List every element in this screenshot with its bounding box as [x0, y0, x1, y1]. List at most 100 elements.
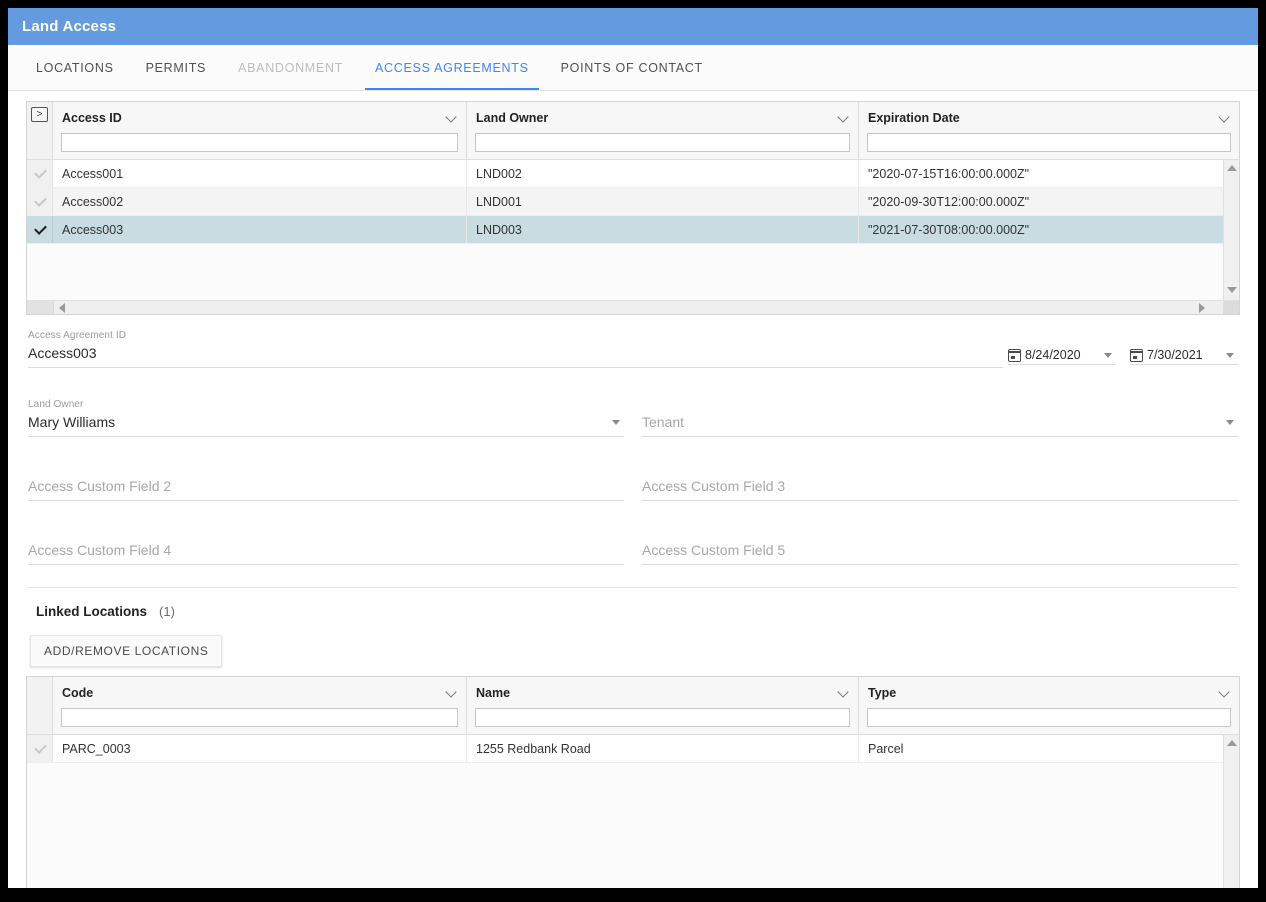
locations-header-check-cell — [27, 677, 53, 734]
cell-code: PARC_0003 — [53, 735, 467, 762]
hscroll-lead — [27, 301, 54, 314]
end-date-picker[interactable]: 7/30/2021 — [1130, 348, 1238, 365]
linked-locations-title: Linked Locations — [36, 604, 148, 619]
page-title: Land Access — [22, 18, 117, 35]
locations-vertical-scrollbar[interactable] — [1223, 735, 1239, 888]
column-title: Type — [868, 685, 897, 700]
calendar-icon — [1130, 348, 1143, 362]
access-custom-field-5-input[interactable]: Access Custom Field 5 — [642, 539, 1238, 565]
scroll-up-arrow-icon[interactable] — [1227, 165, 1237, 173]
chevron-down-icon[interactable] — [1220, 687, 1231, 698]
column-title: Land Owner — [476, 110, 549, 125]
agreements-column-land-owner: Land Owner — [467, 102, 859, 159]
tab-abandonment: ABANDONMENT — [238, 60, 344, 75]
land-owner-select[interactable]: Mary Williams — [28, 411, 624, 437]
check-icon — [34, 196, 46, 208]
tab-permits[interactable]: PERMITS — [130, 45, 222, 90]
linked-locations-actions: ADD/REMOVE LOCATIONS — [8, 619, 1258, 676]
scroll-up-arrow-icon[interactable] — [1227, 740, 1237, 748]
cell-expiration-date: "2021-07-30T08:00:00.000Z" — [868, 222, 1030, 237]
access-custom-field-2-input[interactable]: Access Custom Field 2 — [28, 475, 624, 501]
access-custom-field-3-input[interactable]: Access Custom Field 3 — [642, 475, 1238, 501]
filter-input-code[interactable] — [61, 708, 458, 727]
scrollbar-corner — [1223, 301, 1239, 314]
column-title: Code — [62, 685, 94, 700]
cell-expiration-date: "2020-07-15T16:00:00.000Z" — [868, 166, 1030, 181]
locations-grid-header: Code Name Type — [27, 677, 1239, 735]
field-access-custom-field-5: Access Custom Field 5 — [642, 539, 1238, 565]
tab-locations[interactable]: LOCATIONS — [20, 45, 130, 90]
field-land-owner: Land Owner Mary Williams — [28, 398, 624, 437]
row-select-checkbox[interactable] — [27, 735, 53, 762]
agreement-detail-form: Access Agreement ID Access003 8/24/2020 … — [8, 315, 1258, 565]
locations-grid-body: PARC_0003 1255 Redbank Road Parcel — [27, 735, 1239, 888]
calendar-icon — [1008, 348, 1021, 362]
access-agreement-id-input[interactable]: Access003 — [28, 342, 1003, 368]
agreements-horizontal-scrollbar[interactable] — [27, 300, 1239, 314]
tab-points-of-contact[interactable]: POINTS OF CONTACT — [545, 45, 719, 90]
add-remove-locations-button[interactable]: ADD/REMOVE LOCATIONS — [30, 635, 223, 667]
agreements-column-expiration-date: Expiration Date — [859, 102, 1239, 159]
table-row[interactable]: Access002 LND001 "2020-09-30T12:00:00.00… — [27, 188, 1239, 216]
access-custom-field-4-input[interactable]: Access Custom Field 4 — [28, 539, 624, 565]
cell-land-owner: LND002 — [467, 160, 859, 187]
locations-column-code: Code — [53, 677, 467, 734]
scroll-left-arrow-icon[interactable] — [59, 302, 65, 313]
linked-locations-count: (1) — [159, 604, 175, 619]
table-row[interactable]: Access001 LND002 "2020-07-15T16:00:00.00… — [27, 160, 1239, 188]
tenant-select[interactable]: Tenant — [642, 411, 1238, 437]
tab-access-agreements[interactable]: ACCESS AGREEMENTS — [359, 45, 545, 90]
access-agreements-grid: > Access ID Land Owner Expiration Date A… — [26, 101, 1240, 315]
row-select-checkbox[interactable] — [27, 188, 53, 215]
column-title: Name — [476, 685, 511, 700]
cell-expiration-date: "2020-09-30T12:00:00.000Z" — [868, 194, 1030, 209]
table-row[interactable]: PARC_0003 1255 Redbank Road Parcel — [27, 735, 1239, 763]
window-titlebar: Land Access — [8, 8, 1258, 45]
agreements-expand-cell: > — [27, 102, 53, 159]
agreements-grid-body: Access001 LND002 "2020-07-15T16:00:00.00… — [27, 160, 1239, 300]
cell-access-id: Access003 — [53, 216, 467, 243]
field-tenant: Tenant — [642, 398, 1238, 437]
chevron-down-icon[interactable] — [1226, 352, 1234, 358]
field-label: Land Owner — [28, 399, 84, 410]
start-date-value: 8/24/2020 — [1025, 348, 1081, 362]
column-title: Access ID — [62, 110, 122, 125]
application-window: Land Access LOCATIONS PERMITS ABANDONMEN… — [8, 8, 1258, 888]
cell-land-owner: LND003 — [467, 216, 859, 243]
cell-name: 1255 Redbank Road — [467, 735, 859, 762]
form-row-id-dates: Access Agreement ID Access003 8/24/2020 … — [28, 329, 1238, 368]
cell-land-owner: LND001 — [467, 188, 859, 215]
field-access-custom-field-2: Access Custom Field 2 — [28, 475, 624, 501]
cell-type: Parcel — [868, 741, 904, 756]
agreements-grid-header: > Access ID Land Owner Expiration Date — [27, 102, 1239, 160]
scroll-right-arrow-icon[interactable] — [1199, 302, 1205, 313]
scroll-down-arrow-icon[interactable] — [1227, 287, 1237, 295]
filter-input-expiration-date[interactable] — [867, 133, 1231, 152]
chevron-down-icon[interactable] — [612, 419, 620, 425]
linked-locations-header: Linked Locations (1) — [8, 588, 1258, 619]
chevron-down-icon[interactable] — [1226, 419, 1234, 425]
form-row-custom-2-3: Access Custom Field 2 Access Custom Fiel… — [28, 475, 1238, 501]
row-select-checkbox[interactable] — [27, 216, 53, 243]
tenant-placeholder: Tenant — [642, 414, 685, 430]
land-owner-value: Mary Williams — [28, 414, 116, 430]
filter-input-type[interactable] — [867, 708, 1231, 727]
table-row[interactable]: Access003 LND003 "2021-07-30T08:00:00.00… — [27, 216, 1239, 244]
check-icon — [34, 224, 46, 236]
agreements-column-access-id: Access ID — [53, 102, 467, 159]
column-title: Expiration Date — [868, 110, 960, 125]
filter-input-access-id[interactable] — [61, 133, 458, 152]
chevron-down-icon[interactable] — [1220, 112, 1231, 123]
start-date-picker[interactable]: 8/24/2020 — [1008, 348, 1116, 365]
chevron-down-icon[interactable] — [447, 687, 458, 698]
chevron-down-icon[interactable] — [839, 112, 850, 123]
expand-grid-button[interactable]: > — [31, 107, 48, 122]
chevron-down-icon[interactable] — [1104, 352, 1112, 358]
row-select-checkbox[interactable] — [27, 160, 53, 187]
agreements-vertical-scrollbar[interactable] — [1223, 160, 1239, 300]
chevron-down-icon[interactable] — [839, 687, 850, 698]
chevron-down-icon[interactable] — [447, 112, 458, 123]
filter-input-name[interactable] — [475, 708, 850, 727]
form-row-custom-4-5: Access Custom Field 4 Access Custom Fiel… — [28, 539, 1238, 565]
filter-input-land-owner[interactable] — [475, 133, 850, 152]
